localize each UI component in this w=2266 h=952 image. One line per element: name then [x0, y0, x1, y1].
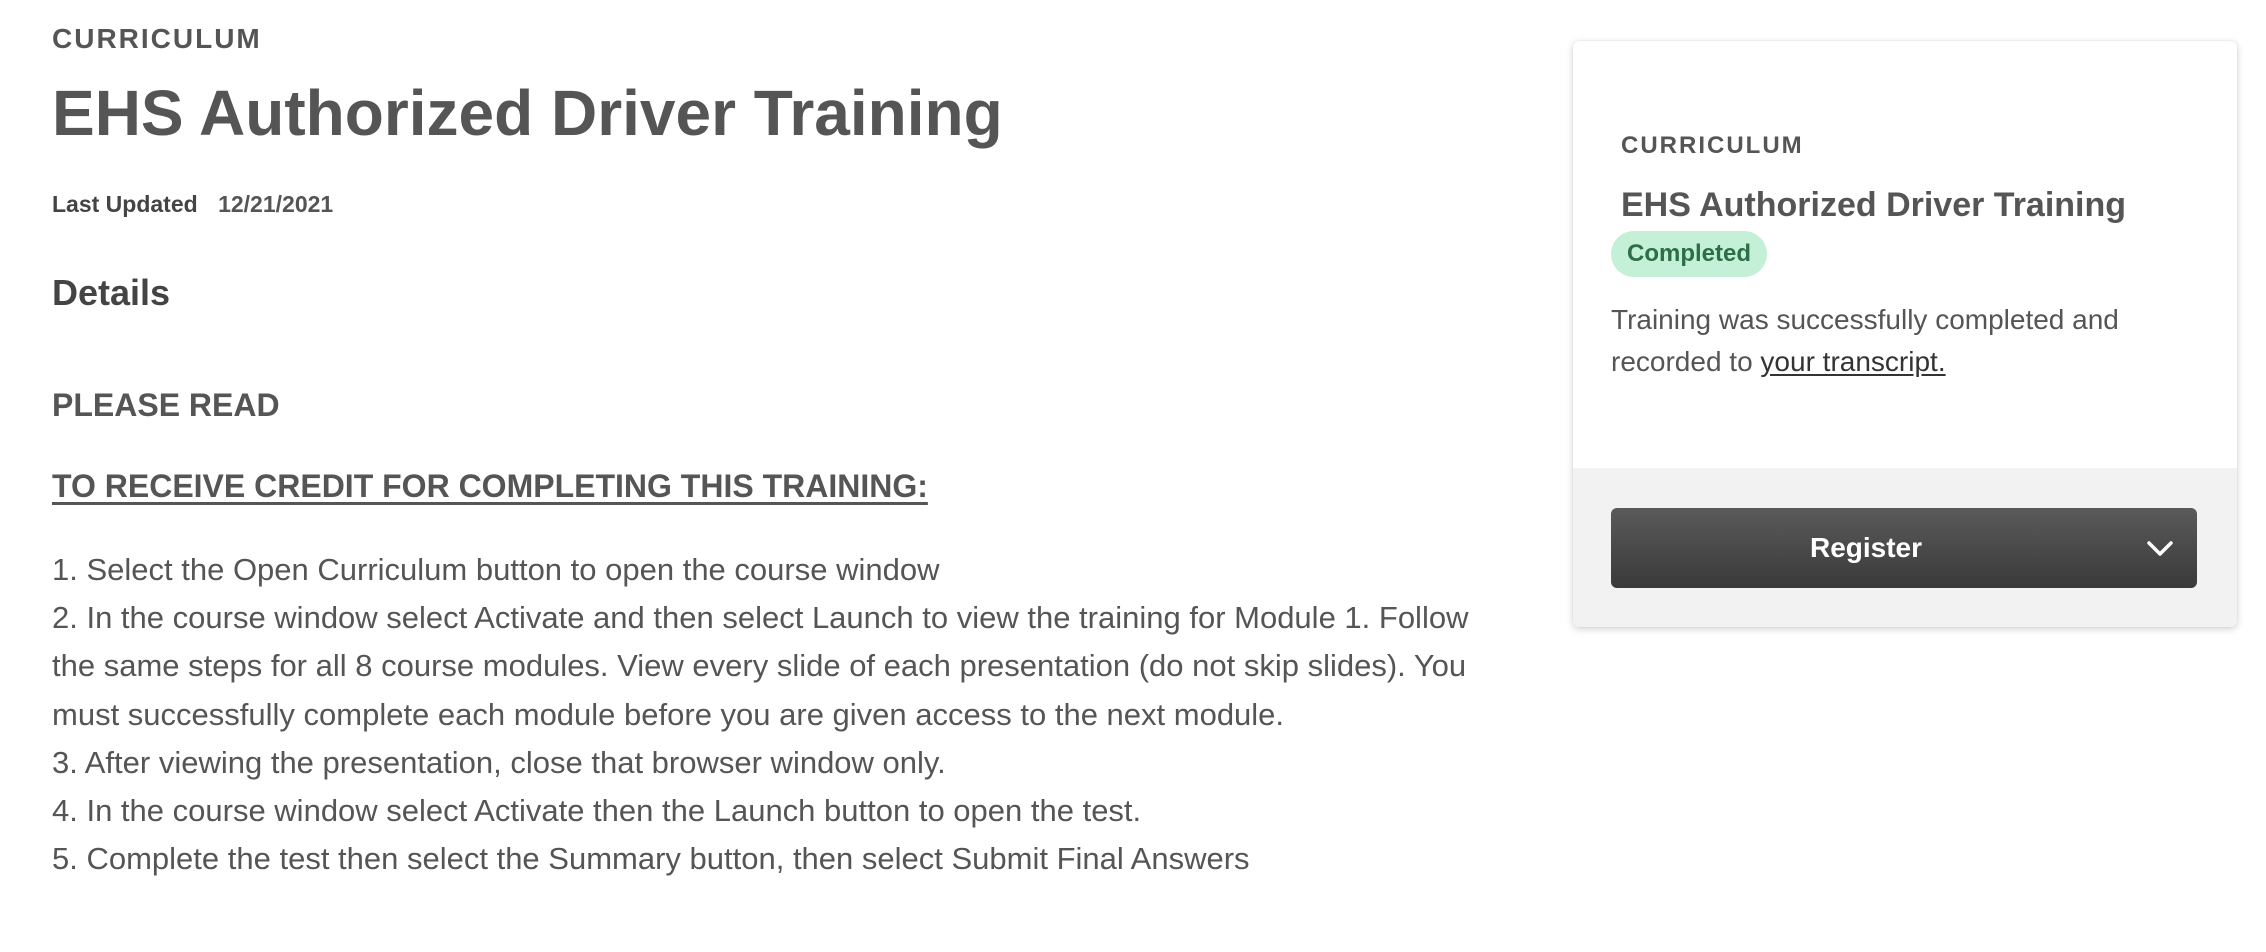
last-updated-value: 12/21/2021 — [218, 191, 334, 217]
instruction-step-4: 4. In the course window select Activate … — [52, 793, 1142, 829]
card-eyebrow: CURRICULUM — [1621, 132, 1804, 159]
enrollment-card: CURRICULUM EHS Authorized Driver Trainin… — [1573, 41, 2237, 627]
completion-message: Training was successfully completed and … — [1611, 299, 2171, 383]
instruction-step-3: 3. After viewing the presentation, close… — [52, 744, 946, 780]
chevron-down-icon — [2147, 541, 2173, 556]
transcript-link[interactable]: your transcript. — [1760, 346, 1945, 377]
credit-instructions-heading: TO RECEIVE CREDIT FOR COMPLETING THIS TR… — [52, 468, 928, 504]
curriculum-eyebrow: CURRICULUM — [52, 23, 262, 54]
instruction-step-1: 1. Select the Open Curriculum button to … — [52, 552, 940, 587]
register-button-label: Register — [1809, 532, 1923, 563]
details-heading: Details — [52, 272, 171, 313]
last-updated: Last Updated 12/21/2021 — [52, 190, 333, 218]
page-title: EHS Authorized Driver Training — [52, 77, 1003, 149]
card-title: EHS Authorized Driver Training — [1621, 186, 2127, 224]
please-read-heading: PLEASE READ — [52, 387, 280, 423]
instruction-steps: 1. Select the Open Curriculum button to … — [52, 546, 1472, 883]
instruction-step-2: 2. In the course window select Activate … — [52, 600, 1469, 732]
register-button[interactable]: Register — [1611, 508, 2197, 588]
instruction-step-5: 5. Complete the test then select the Sum… — [52, 841, 1250, 877]
status-badge: Completed — [1611, 231, 1768, 277]
card-footer: Register — [1573, 468, 2237, 627]
last-updated-label: Last Updated — [52, 191, 198, 217]
